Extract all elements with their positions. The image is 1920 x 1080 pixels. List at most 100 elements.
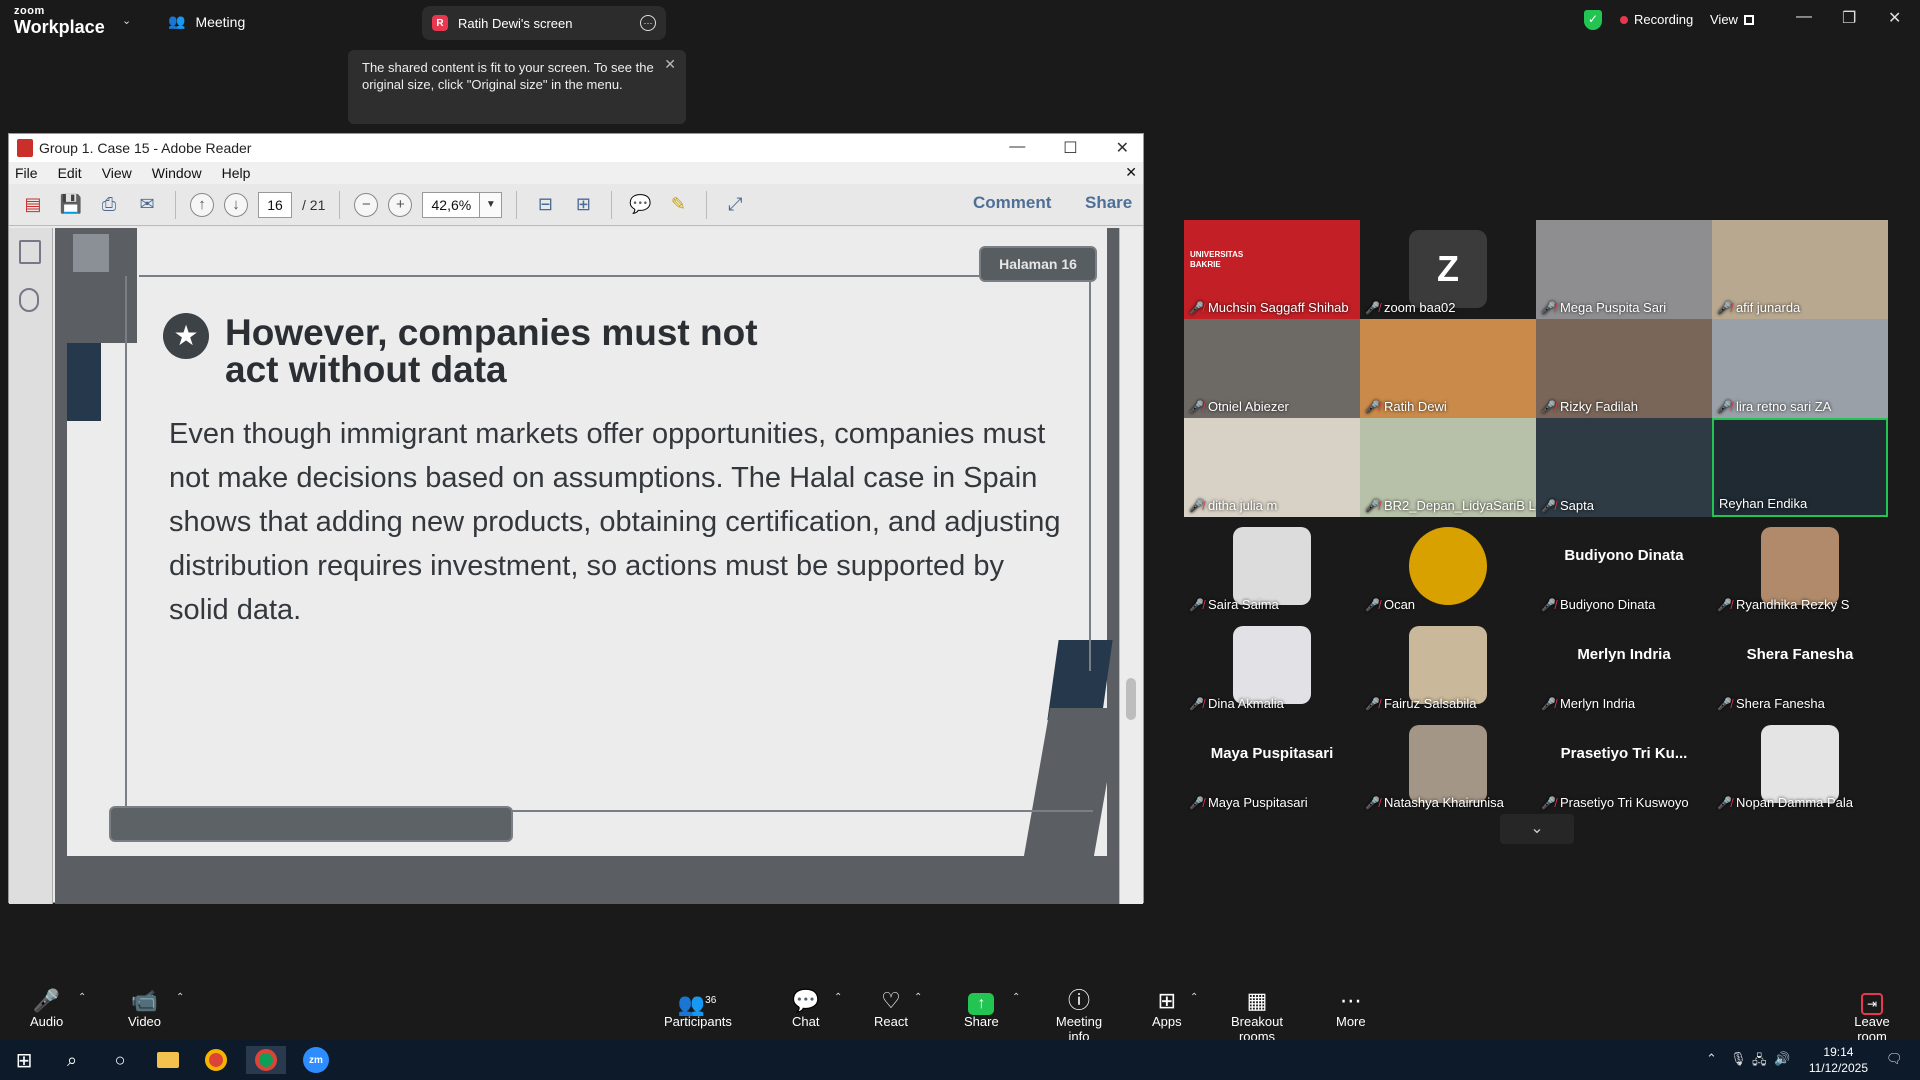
participant-tile[interactable]: 🎤̸ ditha julia m: [1184, 418, 1360, 517]
next-page-icon[interactable]: ↓: [224, 192, 248, 217]
task-view-icon[interactable]: ○: [100, 1046, 140, 1074]
participant-tile[interactable]: 🎤̸Reyhan Endika: [1712, 418, 1888, 517]
pages-icon[interactable]: [19, 240, 41, 264]
participant-tile[interactable]: Z 🎤̸ zoom baa02: [1360, 220, 1536, 319]
fit-width-icon[interactable]: ⊞: [569, 191, 597, 219]
participant-tile[interactable]: 🎤̸ Ryandhika Rezky S: [1712, 517, 1888, 616]
chevron-up-icon[interactable]: ⌃: [78, 992, 86, 1003]
zoom-out-icon[interactable]: −: [354, 192, 379, 217]
attachments-icon[interactable]: [19, 288, 39, 312]
file-explorer-icon[interactable]: [148, 1046, 188, 1074]
full-screen-icon[interactable]: ⤢: [721, 191, 749, 219]
participant-tile[interactable]: 🎤̸ Ratih Dewi: [1360, 319, 1536, 418]
notifications-icon[interactable]: 🗨: [1886, 1051, 1903, 1067]
chevron-up-icon[interactable]: ⌃: [1706, 1051, 1717, 1067]
search-icon[interactable]: ⌕: [52, 1046, 92, 1074]
participant-tile[interactable]: Merlyn Indria 🎤̸ Merlyn Indria: [1536, 616, 1712, 715]
close-icon[interactable]: ✕: [1116, 138, 1129, 158]
participant-tile[interactable]: 🎤̸ Otniel Abiezer: [1184, 319, 1360, 418]
page-number-input[interactable]: 16: [258, 191, 292, 218]
meeting-info-button[interactable]: ⓘ Meeting info: [1044, 988, 1114, 1044]
more-button[interactable]: ⋯ More: [1336, 988, 1366, 1029]
chevron-down-icon[interactable]: ⌄: [122, 14, 131, 27]
sticky-note-icon[interactable]: 💬: [626, 191, 654, 219]
participant-tile[interactable]: Maya Puspitasari 🎤̸ Maya Puspitasari: [1184, 715, 1360, 814]
apps-button[interactable]: ⊞ Apps: [1152, 988, 1182, 1029]
menu-edit[interactable]: Edit: [58, 165, 82, 181]
chevron-up-icon[interactable]: ⌃: [834, 992, 842, 1003]
participant-name: Ryandhika Rezky S: [1735, 597, 1850, 612]
video-button[interactable]: 📹 Video: [128, 988, 161, 1029]
participant-tile[interactable]: Prasetiyo Tri Ku... 🎤̸ Prasetiyo Tri Kuswo…: [1536, 715, 1712, 814]
scrollbar-thumb[interactable]: [1126, 678, 1136, 720]
participant-tile[interactable]: 🎤̸ Natashya Khairunisa: [1360, 715, 1536, 814]
highlight-icon[interactable]: ✎: [664, 191, 692, 219]
chevron-up-icon[interactable]: ⌃: [1190, 992, 1198, 1003]
participant-tile[interactable]: 🎤̸ Saira Saima: [1184, 517, 1360, 616]
participant-tile[interactable]: 🎤̸ BR2_Depan_LidyaSariB L...: [1360, 418, 1536, 517]
restore-icon[interactable]: ❐: [1842, 8, 1856, 28]
save-icon[interactable]: 💾: [57, 191, 85, 219]
participant-tile[interactable]: 🎤̸ Mega Puspita Sari: [1536, 220, 1712, 319]
maximize-icon[interactable]: ☐: [1063, 138, 1077, 158]
menu-help[interactable]: Help: [222, 165, 251, 181]
zoom-app-icon[interactable]: zm: [296, 1046, 336, 1074]
participant-tile[interactable]: 🎤̸ afif junarda: [1712, 220, 1888, 319]
close-icon[interactable]: ✕: [1888, 8, 1901, 28]
create-pdf-icon[interactable]: ▤: [19, 191, 47, 219]
participant-tile[interactable]: Shera Fanesha 🎤̸ Shera Fanesha: [1712, 616, 1888, 715]
document-canvas[interactable]: Halaman 16 ★ However, companies must not…: [55, 228, 1119, 904]
comment-button[interactable]: Comment: [973, 193, 1051, 213]
windows-start-icon[interactable]: ⊞: [4, 1046, 44, 1074]
participants-button[interactable]: 👥36 Participants: [664, 988, 732, 1029]
menu-window[interactable]: Window: [152, 165, 202, 181]
chevron-down-icon[interactable]: ▼: [480, 191, 503, 218]
audio-button[interactable]: 🎤 Audio: [30, 988, 63, 1029]
chat-button[interactable]: 💬 Chat: [792, 988, 819, 1029]
network-icon[interactable]: 🖧: [1752, 1051, 1767, 1073]
previous-page-icon[interactable]: ↑: [190, 192, 214, 217]
encryption-shield-icon[interactable]: ✓: [1584, 10, 1602, 30]
meeting-tab[interactable]: 👥 Meeting: [168, 13, 245, 30]
zoom-in-icon[interactable]: +: [388, 192, 413, 217]
participant-tile[interactable]: UNIVERSITAS BAKRIE 🎤̸ Muchsin Saggaff Shih…: [1184, 220, 1360, 319]
print-icon[interactable]: ⎙: [95, 191, 123, 219]
more-options-icon[interactable]: ···: [640, 15, 656, 31]
menu-file[interactable]: File: [15, 165, 38, 181]
minimize-icon[interactable]: —: [1009, 138, 1025, 158]
microphone-icon[interactable]: 🎙: [1730, 1051, 1747, 1067]
chrome-icon[interactable]: [196, 1046, 236, 1074]
share-button[interactable]: Share: [1085, 193, 1132, 213]
recording-indicator[interactable]: Recording: [1620, 12, 1693, 27]
participant-tile[interactable]: 🎤̸ lira retno sari ZA: [1712, 319, 1888, 418]
participant-tile[interactable]: 🎤̸ Sapta: [1536, 418, 1712, 517]
participant-tile[interactable]: 🎤̸ Fairuz Salsabila: [1360, 616, 1536, 715]
shared-screen-tab[interactable]: R Ratih Dewi's screen ···: [422, 6, 666, 40]
breakout-rooms-button[interactable]: ▦ Breakout rooms: [1214, 988, 1300, 1044]
vertical-scrollbar[interactable]: [1119, 228, 1143, 904]
system-clock[interactable]: 19:14 11/12/2025: [1809, 1044, 1868, 1076]
zoom-level-input[interactable]: 42,6%: [422, 191, 481, 218]
participant-tile[interactable]: 🎤̸ Dina Akmalia: [1184, 616, 1360, 715]
chevron-up-icon[interactable]: ⌃: [1012, 992, 1020, 1003]
fit-page-icon[interactable]: ⊟: [531, 191, 559, 219]
zoom-logo[interactable]: zoom Workplace: [14, 6, 105, 37]
chevron-up-icon[interactable]: ⌃: [176, 992, 184, 1003]
email-icon[interactable]: ✉: [133, 191, 161, 219]
participant-tile[interactable]: 🎤̸ Rizky Fadilah: [1536, 319, 1712, 418]
participant-tile[interactable]: 🎤̸ Nopan Damma Pala: [1712, 715, 1888, 814]
close-icon[interactable]: ✕: [664, 56, 676, 73]
view-button[interactable]: View: [1710, 12, 1754, 27]
gallery-next-page-button[interactable]: ⌄: [1500, 814, 1574, 844]
close-document-icon[interactable]: ✕: [1125, 164, 1137, 181]
volume-icon[interactable]: 🔊: [1774, 1051, 1790, 1067]
participant-tile[interactable]: 🎤̸ Ocan: [1360, 517, 1536, 616]
react-button[interactable]: ♡ React: [874, 988, 908, 1029]
leave-room-button[interactable]: ⇥ Leave room: [1840, 988, 1904, 1044]
menu-view[interactable]: View: [102, 165, 132, 181]
share-screen-button[interactable]: ↑ Share: [964, 988, 999, 1029]
minimize-icon[interactable]: —: [1796, 8, 1812, 26]
chrome-active-icon[interactable]: [246, 1046, 286, 1074]
chevron-up-icon[interactable]: ⌃: [914, 992, 922, 1003]
participant-tile[interactable]: Budiyono Dinata 🎤̸ Budiyono Dinata: [1536, 517, 1712, 616]
